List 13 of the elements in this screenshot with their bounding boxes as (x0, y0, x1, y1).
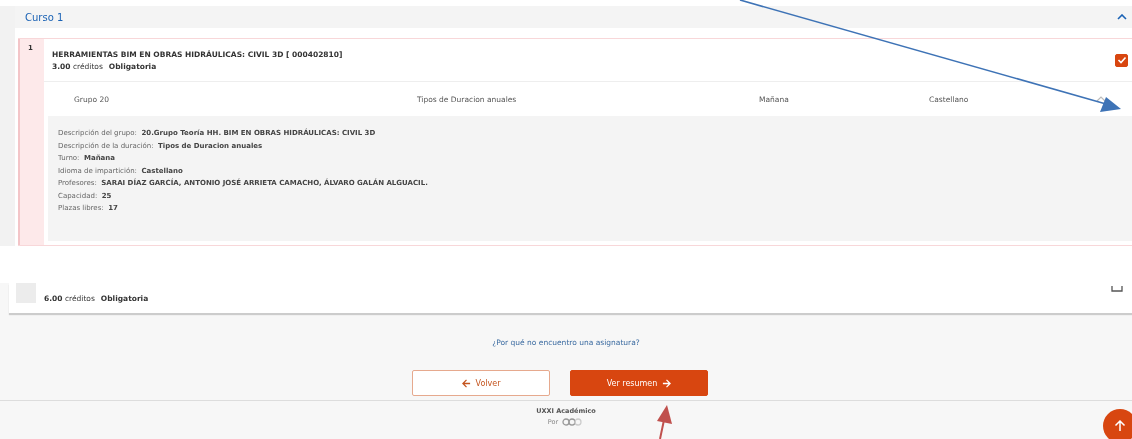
checkbox-icon[interactable] (1111, 286, 1123, 292)
subject-checkbox[interactable] (1115, 53, 1128, 67)
annotation-arrow (657, 405, 672, 439)
summary-button[interactable]: Ver resumen (570, 370, 708, 396)
course-title: Curso 1 (25, 11, 64, 23)
course-header[interactable]: Curso 1 (15, 6, 1132, 28)
logo-icon (562, 418, 585, 426)
arrow-up-icon (1114, 420, 1126, 432)
scroll-top-button[interactable] (1103, 409, 1132, 439)
arrow-left-icon (461, 378, 471, 388)
back-button[interactable]: Volver (412, 370, 550, 396)
arrow-right-icon (662, 378, 672, 388)
chevron-icon[interactable] (1117, 14, 1127, 20)
